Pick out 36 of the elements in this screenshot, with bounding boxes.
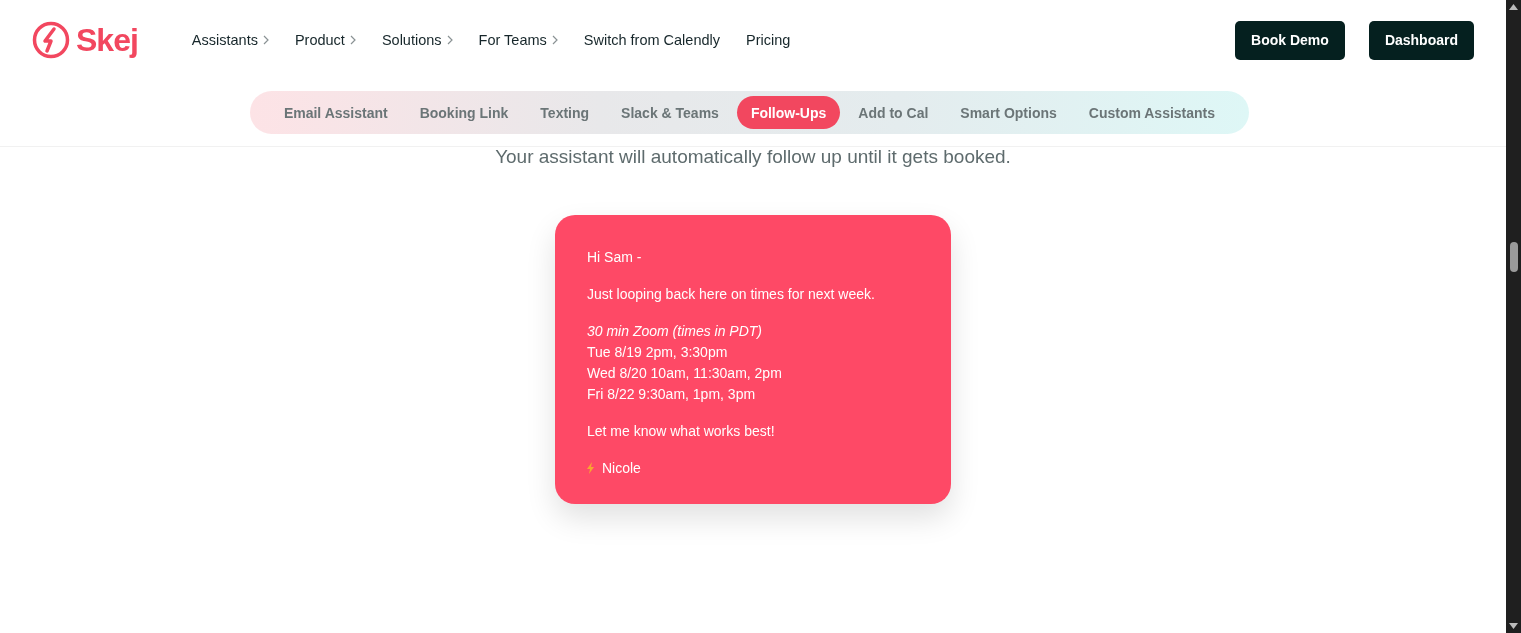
scrollbar-thumb[interactable] bbox=[1509, 242, 1518, 272]
nav-link[interactable]: Solutions bbox=[381, 32, 453, 48]
scroll-down-icon[interactable] bbox=[1509, 623, 1518, 629]
feature-tab[interactable]: Custom Assistants bbox=[1074, 96, 1230, 129]
email-line: Just looping back here on times for next week. bbox=[587, 286, 876, 302]
nav-link[interactable]: Switch from Calendly bbox=[583, 32, 720, 48]
nav-link[interactable]: For Teams bbox=[478, 32, 558, 48]
email-line: Wed 8/20 10am, 11:30am, 2pm bbox=[587, 365, 783, 381]
feature-tab[interactable]: Add to Cal bbox=[844, 96, 943, 129]
subtitle: Your assistant will automatically follow up until it gets booked. bbox=[494, 146, 1012, 168]
lightning-bolt-icon bbox=[587, 462, 594, 474]
feature-tab[interactable]: Texting bbox=[526, 96, 604, 129]
feature-tab[interactable]: Booking Link bbox=[405, 96, 523, 129]
header-button[interactable]: Book Demo bbox=[1235, 20, 1345, 60]
lightning-bolt-icon bbox=[32, 21, 70, 59]
scroll-up-icon[interactable] bbox=[1509, 4, 1518, 10]
feature-tab[interactable]: Email Assistant bbox=[269, 96, 402, 129]
chevron-right-icon bbox=[349, 35, 356, 45]
chevron-right-icon bbox=[446, 35, 453, 45]
chevron-right-icon bbox=[262, 35, 269, 45]
logo-text[interactable]: Skej bbox=[76, 21, 138, 59]
chevron-right-icon bbox=[551, 35, 558, 45]
nav-link[interactable]: Assistants bbox=[191, 32, 269, 48]
feature-tab[interactable]: Smart Options bbox=[946, 96, 1071, 129]
feature-tab[interactable]: Slack & Teams bbox=[607, 96, 733, 129]
header-button[interactable]: Dashboard bbox=[1368, 20, 1474, 60]
email-line: Hi Sam - bbox=[587, 249, 643, 265]
scrollbar[interactable] bbox=[1506, 0, 1521, 633]
nav-link[interactable]: Pricing bbox=[746, 32, 791, 48]
nav-link[interactable]: Product bbox=[294, 32, 356, 48]
feature-tab[interactable]: Follow-Ups bbox=[736, 96, 841, 129]
email-line: Fri 8/22 9:30am, 1pm, 3pm bbox=[587, 386, 757, 402]
email-line: Let me know what works best! bbox=[587, 423, 776, 439]
signature: Nicole bbox=[602, 460, 641, 476]
email-line: 30 min Zoom (times in PDT) bbox=[587, 323, 764, 339]
email-line: Tue 8/19 2pm, 3:30pm bbox=[587, 344, 729, 360]
